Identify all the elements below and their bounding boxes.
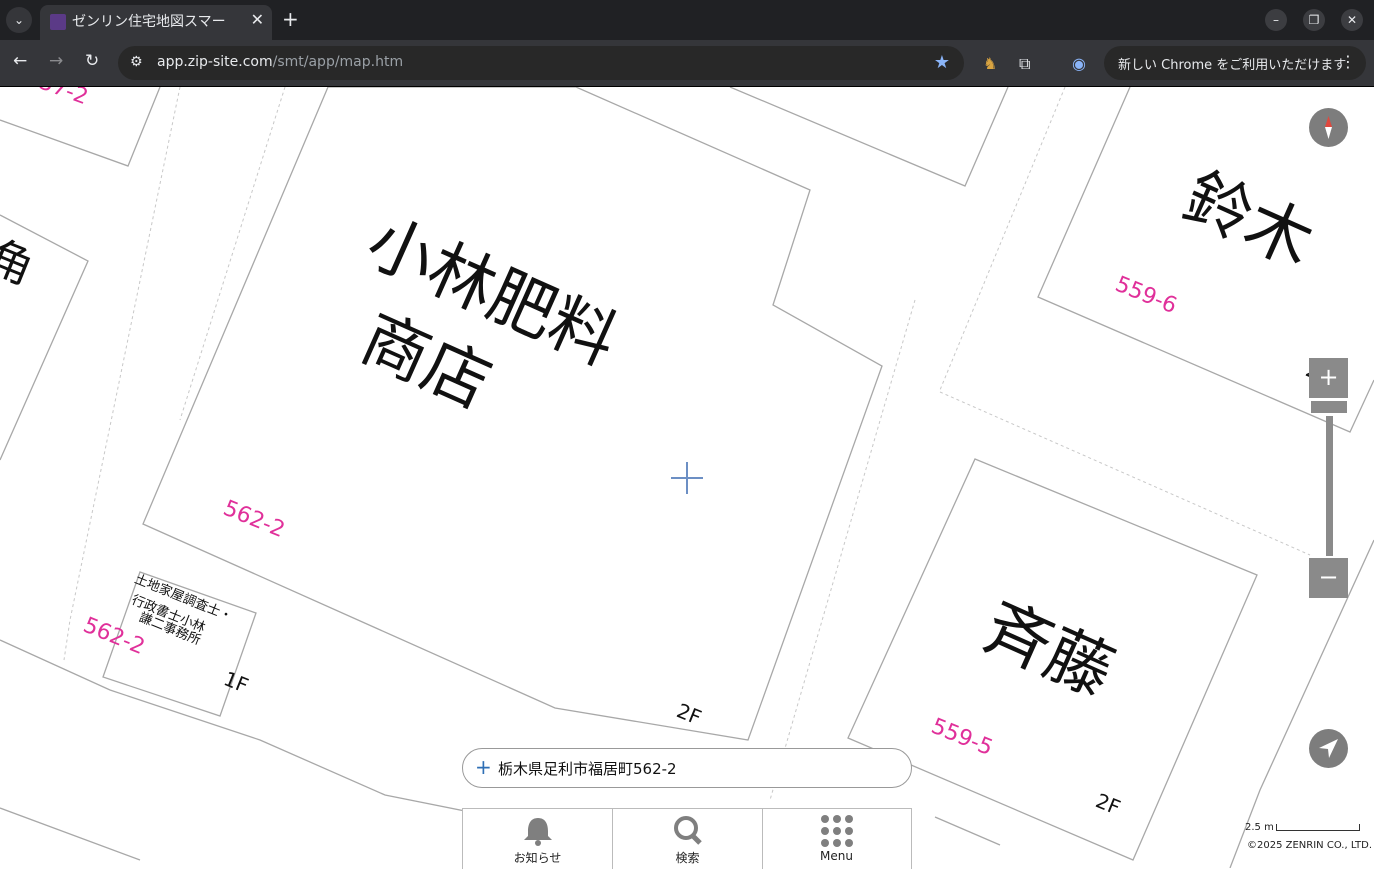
navigation-arrow-icon <box>1319 739 1338 758</box>
menu-label: Menu <box>820 849 853 863</box>
grid-menu-icon <box>821 815 853 847</box>
scale-label: 2.5 m <box>1245 822 1274 833</box>
tab-close-icon[interactable]: ✕ <box>251 10 264 29</box>
browser-toolbar: ← → ↻ ⚙ app.zip-site.com/smt/app/map.htm… <box>0 40 1374 87</box>
address-text: 栃木県足利市福居町562-2 <box>498 760 677 778</box>
bottom-nav: お知らせ 検索 Menu <box>462 808 912 869</box>
back-icon[interactable]: ← <box>13 51 27 71</box>
search-icon <box>674 816 702 845</box>
search-button[interactable]: 検索 <box>613 809 763 869</box>
scale-bar <box>1276 824 1360 831</box>
copyright: ©2025 ZENRIN CO., LTD. <box>1247 840 1372 851</box>
site-info-icon[interactable]: ⚙ <box>130 54 143 70</box>
zoom-in-button[interactable]: + <box>1309 358 1348 398</box>
url-text[interactable]: app.zip-site.com/smt/app/map.htm <box>157 54 403 70</box>
bookmark-star-icon[interactable]: ★ <box>934 52 950 73</box>
tab-title: ゼンリン住宅地図スマー <box>72 14 226 30</box>
notice-button[interactable]: お知らせ <box>463 809 613 869</box>
profile-icon[interactable]: ◉ <box>1072 54 1086 73</box>
forward-icon[interactable]: → <box>49 51 63 71</box>
zenrin-favicon-icon <box>50 14 66 30</box>
zoom-slider-track[interactable] <box>1326 416 1333 556</box>
reload-icon[interactable]: ↻ <box>85 51 99 71</box>
chrome-update-button[interactable]: 新しい Chrome をご利用いただけます ⋮ <box>1104 46 1366 80</box>
compass-needle-icon <box>1325 116 1332 139</box>
address-search-bar[interactable]: + 栃木県足利市福居町562-2 <box>462 748 912 788</box>
extension-icon[interactable]: ♞ <box>983 54 997 73</box>
new-tab-icon[interactable]: + <box>282 8 299 30</box>
tab-strip: ⌄ ゼンリン住宅地図スマー ✕ + – ❐ ✕ <box>0 0 1374 40</box>
crosshair-plus-icon: + <box>475 755 492 779</box>
menu-button[interactable]: Menu <box>762 809 911 869</box>
more-menu-icon[interactable]: ⋮ <box>1340 52 1356 71</box>
bell-icon <box>524 818 552 846</box>
minimize-icon[interactable]: – <box>1265 9 1287 31</box>
notice-label: お知らせ <box>513 851 562 865</box>
address-omnibox[interactable]: ⚙ app.zip-site.com/smt/app/map.htm ★ <box>118 46 964 80</box>
browser-tab[interactable]: ゼンリン住宅地図スマー ✕ <box>40 5 272 40</box>
zoom-out-button[interactable]: − <box>1309 558 1348 598</box>
close-window-icon[interactable]: ✕ <box>1341 9 1363 31</box>
restore-icon[interactable]: ❐ <box>1303 9 1325 31</box>
search-label: 検索 <box>675 851 700 865</box>
update-text: 新しい Chrome をご利用いただけます <box>1118 58 1347 73</box>
zoom-slider-handle[interactable] <box>1311 401 1347 413</box>
tab-search-dropdown-icon[interactable]: ⌄ <box>6 7 32 33</box>
extensions-puzzle-icon[interactable]: ⧉ <box>1019 54 1030 74</box>
current-location-button[interactable] <box>1309 729 1348 768</box>
compass-icon[interactable] <box>1309 108 1348 147</box>
